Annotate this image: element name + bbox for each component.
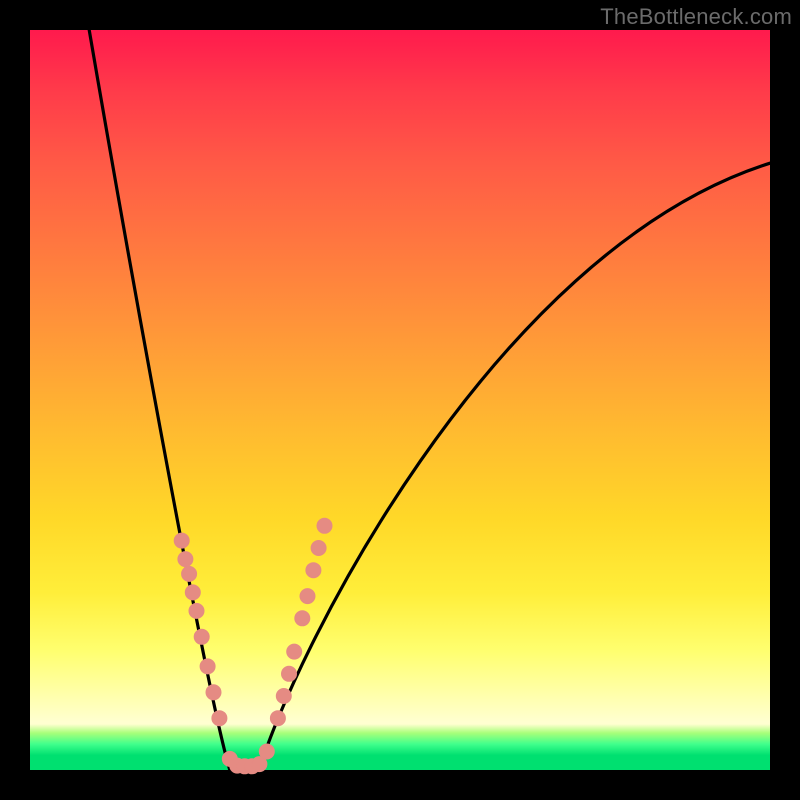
watermark-text: TheBottleneck.com <box>600 4 792 30</box>
marker-dot <box>189 603 204 618</box>
marker-dot <box>317 518 332 533</box>
curve-markers <box>174 518 332 774</box>
bottleneck-curve <box>30 30 770 770</box>
marker-dot <box>276 689 291 704</box>
marker-dot <box>311 541 326 556</box>
marker-dot <box>295 611 310 626</box>
marker-dot <box>300 589 315 604</box>
marker-dot <box>174 533 189 548</box>
marker-dot <box>259 744 274 759</box>
marker-dot <box>200 659 215 674</box>
curve-path <box>89 30 770 770</box>
marker-dot <box>185 585 200 600</box>
marker-dot <box>306 563 321 578</box>
marker-dot <box>270 711 285 726</box>
marker-dot <box>178 552 193 567</box>
plot-area <box>30 30 770 770</box>
marker-dot <box>206 685 221 700</box>
marker-dot <box>287 644 302 659</box>
outer-frame: TheBottleneck.com <box>0 0 800 800</box>
marker-dot <box>194 629 209 644</box>
marker-dot <box>182 566 197 581</box>
marker-dot <box>212 711 227 726</box>
marker-dot <box>282 666 297 681</box>
